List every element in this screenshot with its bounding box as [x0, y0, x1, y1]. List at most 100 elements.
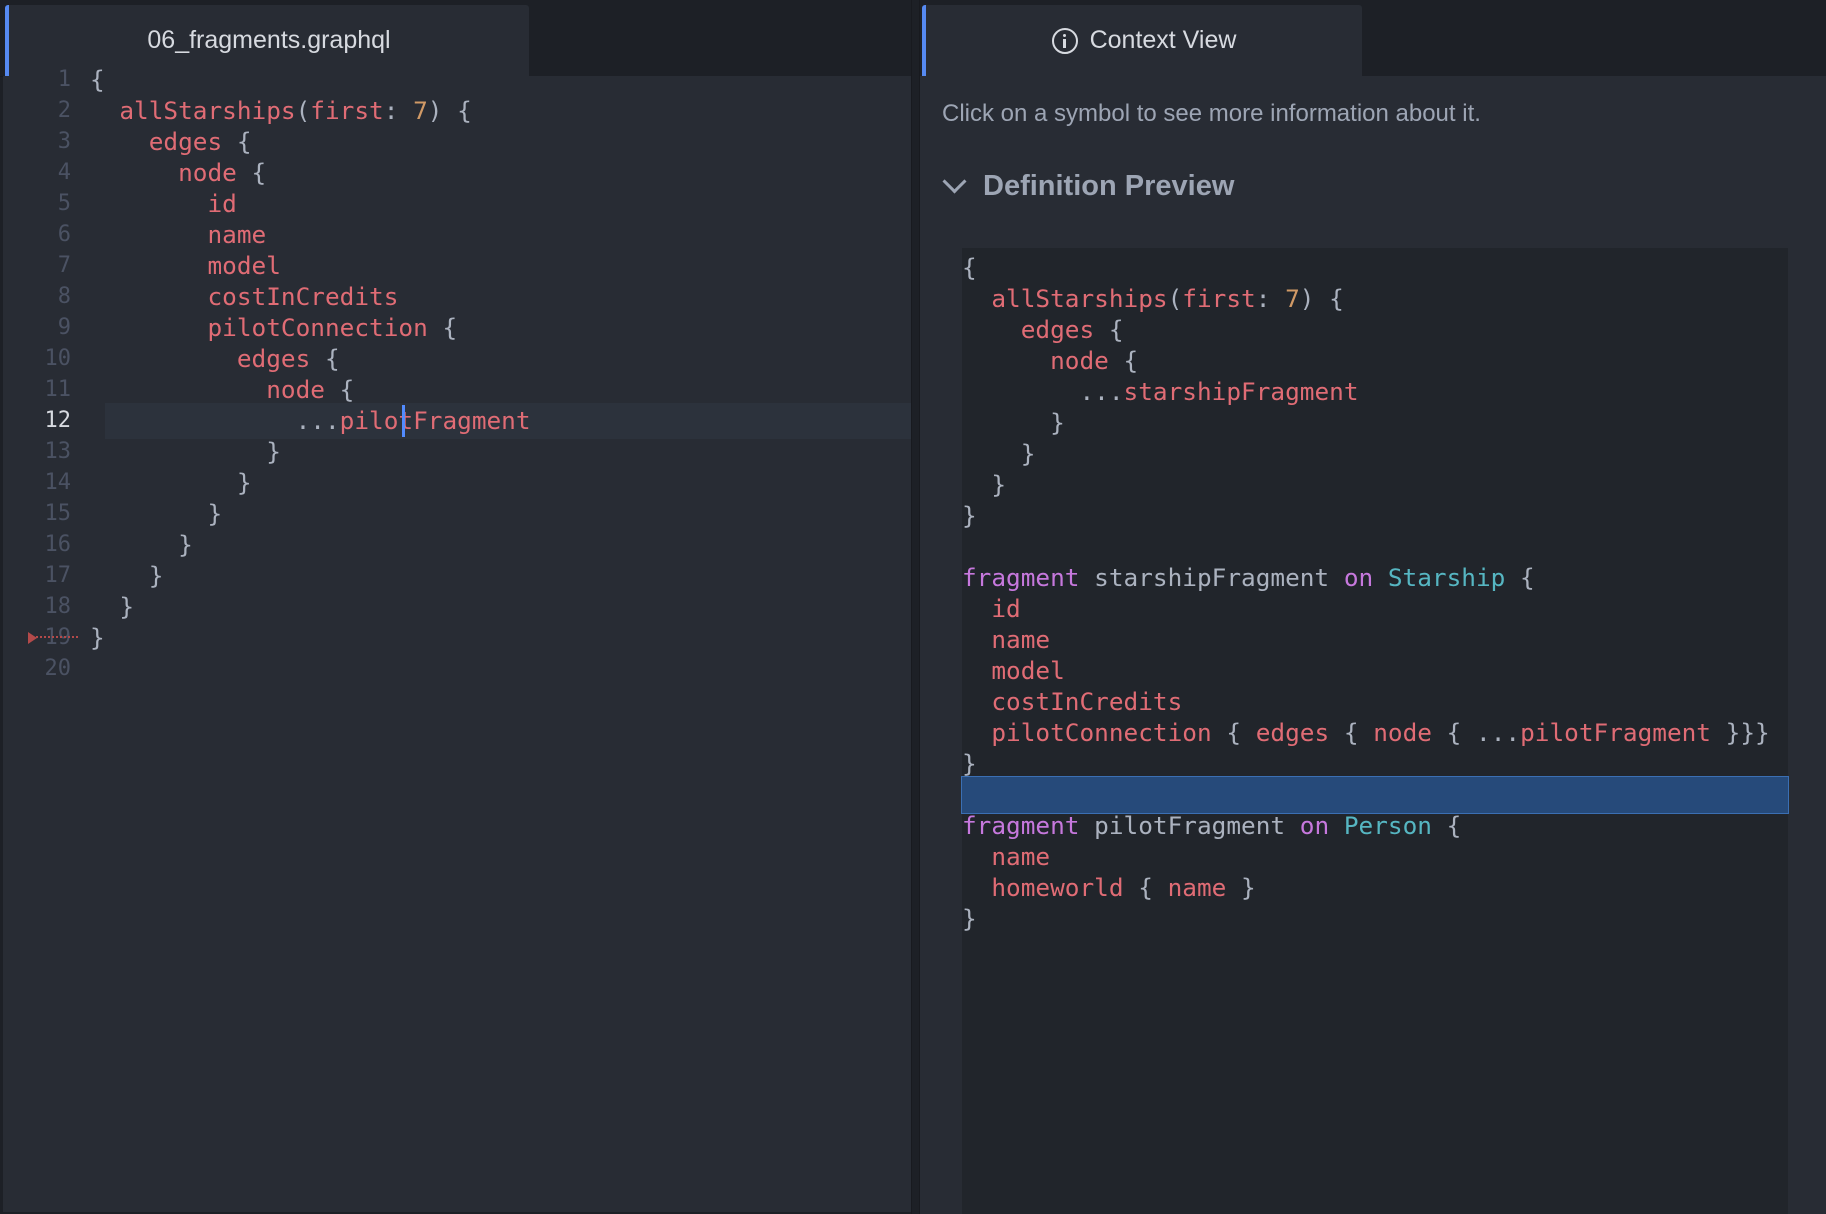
code-token[interactable]: name — [207, 220, 266, 249]
code-token[interactable]: { — [1432, 718, 1476, 747]
code-token[interactable]: { — [1432, 811, 1462, 840]
code-token[interactable]: costInCredits — [991, 687, 1182, 716]
code-token[interactable]: edges — [1021, 315, 1094, 344]
tab-context-view[interactable]: Context View — [922, 5, 1362, 76]
definition-preview-toggle[interactable]: Definition Preview — [942, 166, 1234, 206]
code-token[interactable] — [962, 377, 1079, 406]
code-token[interactable] — [90, 220, 207, 249]
code-token[interactable]: } — [119, 592, 134, 621]
code-token[interactable] — [962, 842, 991, 871]
code-token[interactable]: id — [207, 189, 236, 218]
code-line[interactable] — [90, 651, 911, 687]
code-token[interactable]: } — [1021, 439, 1036, 468]
code-token[interactable]: } — [207, 499, 222, 528]
code-token[interactable] — [90, 96, 119, 125]
code-token[interactable] — [90, 406, 296, 435]
code-token[interactable]: model — [207, 251, 280, 280]
code-token[interactable]: allStarships — [119, 96, 295, 125]
preview-line[interactable]: } — [962, 901, 1788, 937]
definition-preview[interactable]: { allStarships(first: 7) { edges { node … — [961, 248, 1789, 1214]
code-token[interactable] — [90, 158, 178, 187]
code-token[interactable]: : — [1256, 284, 1285, 313]
code-token[interactable]: node — [1373, 718, 1432, 747]
code-token[interactable] — [90, 375, 266, 404]
code-token[interactable]: } — [962, 749, 977, 778]
code-token[interactable]: model — [991, 656, 1064, 685]
code-token[interactable]: { — [962, 253, 977, 282]
code-token[interactable] — [962, 687, 991, 716]
code-token[interactable]: allStarships — [991, 284, 1167, 313]
code-token[interactable]: node — [266, 375, 325, 404]
code-token[interactable]: { — [222, 127, 252, 156]
code-token[interactable] — [90, 561, 149, 590]
line-number-gutter[interactable]: 1 2 3 4 5 6 7 8 9 10 11 12 13 14 15 16 17 18 19 20 — [3, 67, 81, 1212]
code-token[interactable]: { — [237, 158, 267, 187]
code-token[interactable] — [90, 313, 207, 342]
code-token[interactable] — [1329, 811, 1344, 840]
code-token[interactable] — [962, 284, 991, 313]
code-token[interactable] — [90, 189, 207, 218]
code-token[interactable]: 7 — [413, 96, 428, 125]
code-token[interactable]: Starship — [1388, 563, 1505, 592]
code-token[interactable] — [962, 656, 991, 685]
code-token[interactable] — [962, 625, 991, 654]
code-token[interactable]: id — [991, 594, 1020, 623]
code-token[interactable]: } — [962, 501, 977, 530]
code-token[interactable] — [90, 127, 149, 156]
code-token[interactable]: } — [962, 904, 977, 933]
code-token[interactable]: { — [1212, 718, 1256, 747]
code-token[interactable]: on — [1300, 811, 1329, 840]
code-token[interactable]: pilotFragment — [1520, 718, 1711, 747]
code-token[interactable]: { — [90, 65, 105, 94]
code-token[interactable]: ) { — [1300, 284, 1344, 313]
code-token[interactable]: } — [266, 437, 281, 466]
code-token[interactable]: pilotFragment — [1079, 811, 1299, 840]
code-token[interactable]: ( — [296, 96, 311, 125]
code-token[interactable]: costInCredits — [207, 282, 398, 311]
code-token[interactable]: pilotFragment — [340, 406, 531, 435]
code-token[interactable]: { — [1094, 315, 1124, 344]
code-token[interactable]: 7 — [1285, 284, 1300, 313]
code-token[interactable]: pilotConnection — [991, 718, 1211, 747]
code-token[interactable]: starshipFragment — [1079, 563, 1343, 592]
code-token[interactable] — [962, 408, 1050, 437]
code-token[interactable]: { — [325, 375, 355, 404]
code-token[interactable]: } — [90, 623, 105, 652]
code-token[interactable]: first — [1182, 284, 1255, 313]
code-token[interactable]: ( — [1168, 284, 1183, 313]
code-token[interactable]: on — [1344, 563, 1373, 592]
code-token[interactable]: fragment — [962, 563, 1079, 592]
code-token[interactable] — [962, 315, 1021, 344]
code-token[interactable]: name — [991, 625, 1050, 654]
code-token[interactable] — [90, 282, 207, 311]
code-token[interactable] — [962, 718, 991, 747]
code-token[interactable]: edges — [1256, 718, 1329, 747]
code-token[interactable] — [90, 344, 237, 373]
code-token[interactable] — [962, 470, 991, 499]
code-token[interactable]: ... — [296, 406, 340, 435]
code-token[interactable]: ... — [1079, 377, 1123, 406]
code-token[interactable]: ) { — [428, 96, 472, 125]
code-token[interactable]: }}} — [1711, 718, 1770, 747]
code-token[interactable] — [962, 346, 1050, 375]
code-token[interactable]: { — [1109, 346, 1139, 375]
code-token[interactable] — [90, 437, 266, 466]
code-token[interactable] — [90, 499, 207, 528]
code-token[interactable]: { — [1329, 718, 1373, 747]
code-token[interactable]: homeworld — [991, 873, 1123, 902]
code-token[interactable]: node — [1050, 346, 1109, 375]
code-token[interactable]: fragment — [962, 811, 1079, 840]
code-token[interactable] — [90, 530, 178, 559]
code-token[interactable] — [962, 594, 991, 623]
pane-divider[interactable] — [911, 0, 920, 1214]
code-token[interactable]: edges — [237, 344, 310, 373]
code-token[interactable] — [962, 439, 1021, 468]
code-token[interactable]: ... — [1476, 718, 1520, 747]
code-token[interactable]: Person — [1344, 811, 1432, 840]
line-number[interactable]: 20 — [11, 651, 72, 687]
code-token[interactable]: } — [178, 530, 193, 559]
code-token[interactable]: node — [178, 158, 237, 187]
code-editor[interactable]: 1 2 3 4 5 6 7 8 9 10 11 12 13 14 15 16 17 18 19 20 { allSta… — [3, 65, 911, 1212]
code-token[interactable] — [1373, 563, 1388, 592]
code-token[interactable]: } — [991, 470, 1006, 499]
